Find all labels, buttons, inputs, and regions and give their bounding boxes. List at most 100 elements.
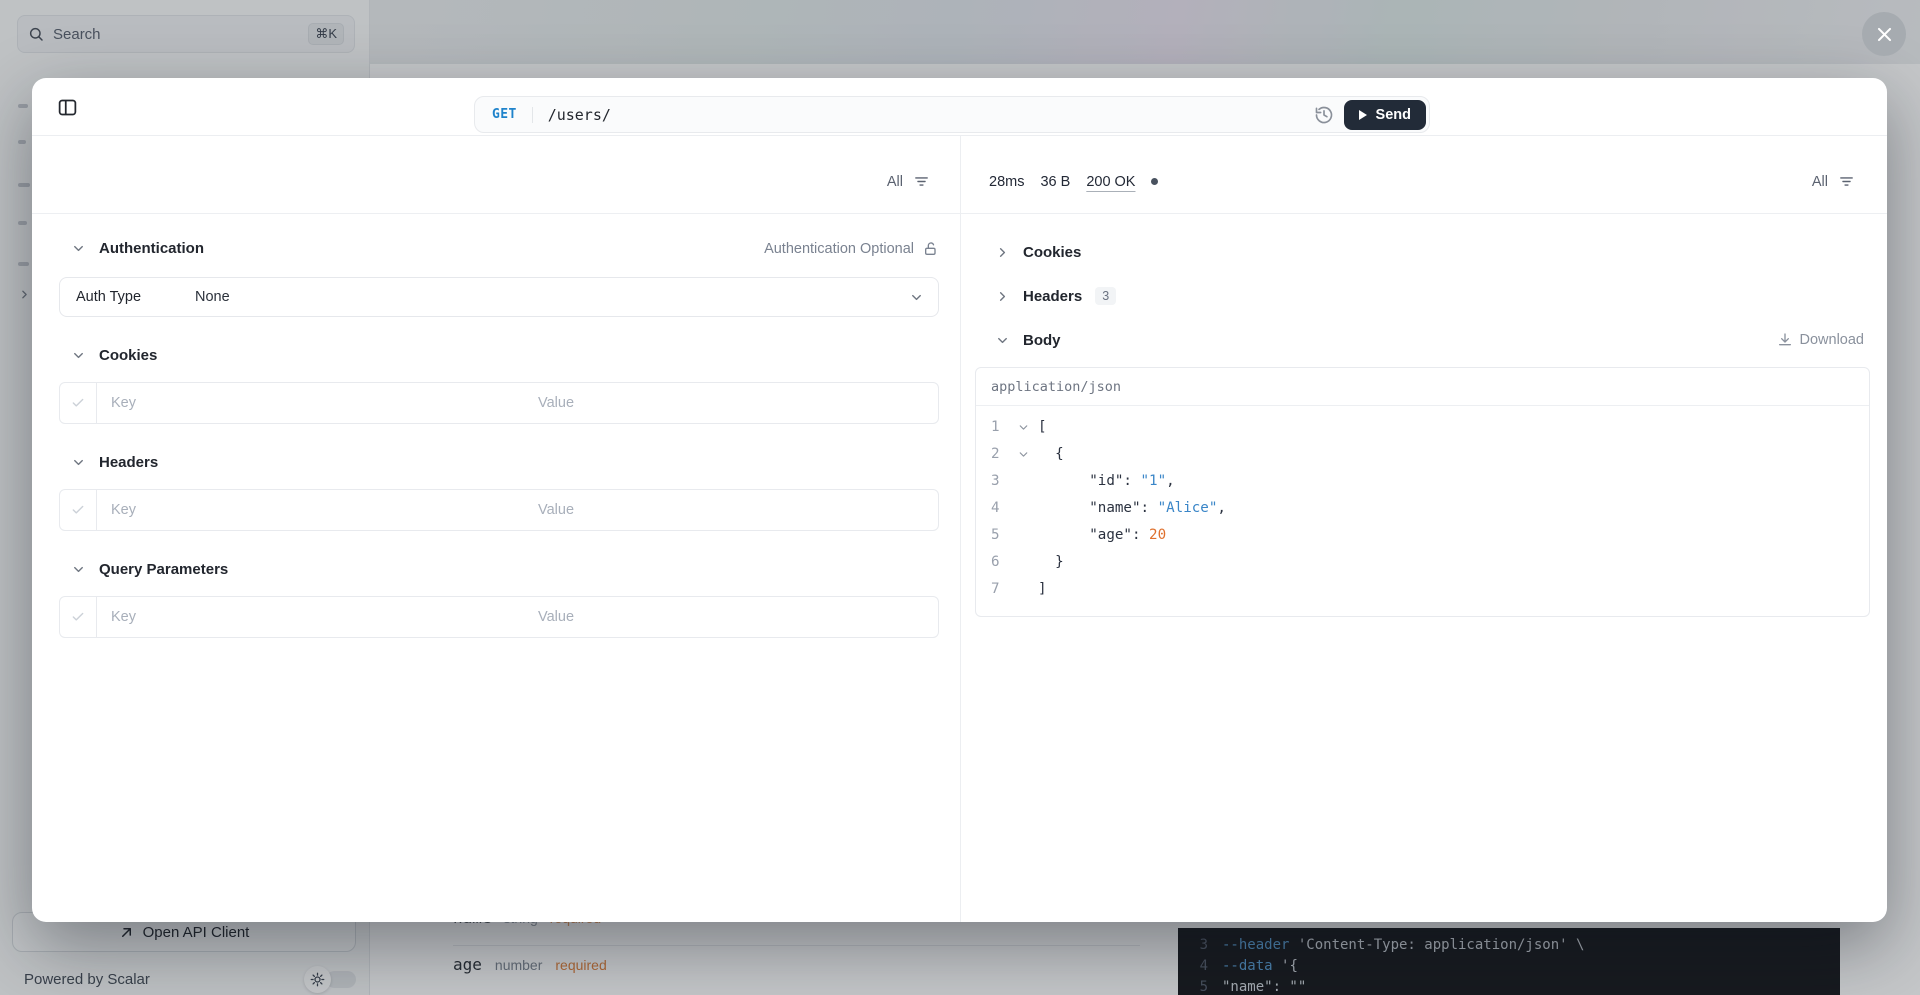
response-meta: 28ms 36 B 200 OK — [989, 173, 1159, 190]
auth-type-select[interactable]: Auth Type None — [59, 277, 939, 317]
section-title: Authentication — [99, 240, 204, 257]
row-enabled-checkbox[interactable] — [60, 597, 97, 637]
section-title: Cookies — [1023, 243, 1082, 261]
code-text: [ — [1038, 419, 1047, 435]
history-button[interactable] — [1314, 105, 1334, 125]
fold-toggle[interactable] — [1017, 421, 1038, 434]
code-text: } — [1038, 554, 1064, 570]
response-json-viewer[interactable]: 1 [2 {3 "id": "1", 4 "name": "Alice", 5 "a… — [976, 406, 1869, 616]
download-icon — [1778, 333, 1791, 346]
response-body-card: application/json 1 [2 {3 "id": "1", 4 "na… — [975, 367, 1870, 617]
chevron-down-icon — [998, 337, 1007, 343]
key-value-row — [59, 382, 939, 424]
filter-icon — [1840, 177, 1853, 186]
content-type-row: application/json — [976, 368, 1869, 406]
count-badge: 3 — [1095, 287, 1117, 305]
request-url[interactable]: /users/ — [548, 106, 611, 124]
auth-optional-indicator: Authentication Optional — [764, 241, 939, 257]
line-number: 4 — [991, 500, 1000, 516]
divider — [531, 106, 533, 123]
send-button[interactable]: Send — [1343, 99, 1426, 130]
row-enabled-checkbox[interactable] — [60, 383, 97, 423]
line-number: 7 — [991, 581, 1000, 597]
http-method-label[interactable]: GET — [492, 107, 517, 122]
section-header[interactable]: Query Parameters — [59, 561, 939, 578]
code-line: 5 "age": 20 — [976, 522, 1869, 549]
section-header[interactable]: Cookies — [59, 347, 939, 364]
chevron-down-icon — [74, 566, 83, 573]
address-bar[interactable]: GET /users/ Send — [474, 96, 1430, 133]
value-input[interactable] — [524, 383, 938, 423]
auth-type-value: None — [195, 289, 230, 305]
chevron-down-icon — [74, 352, 83, 359]
response-filter-button[interactable]: All — [1812, 173, 1855, 190]
chevron-right-icon — [999, 247, 1006, 257]
chevron-down-icon — [912, 294, 921, 300]
auth-optional-label: Authentication Optional — [764, 240, 914, 257]
check-icon — [72, 398, 84, 407]
code-line: 6 } — [976, 549, 1869, 576]
download-button[interactable]: Download — [1777, 332, 1865, 348]
chevron-right-icon — [999, 291, 1006, 301]
code-line: 1 [ — [976, 414, 1869, 441]
response-section-row[interactable]: Headers 3 — [975, 274, 1870, 318]
code-line: 2 { — [976, 441, 1869, 468]
sidebar-toggle-button[interactable] — [56, 97, 78, 119]
code-text: "age": 20 — [1038, 527, 1167, 543]
key-value-row — [59, 596, 939, 638]
code-text: "name": "Alice", — [1038, 500, 1226, 516]
close-button[interactable] — [1862, 12, 1906, 56]
play-icon — [1358, 109, 1367, 120]
section-title: Headers — [1023, 287, 1083, 305]
request-pane-header: All — [32, 136, 960, 214]
code-line: 4 "name": "Alice", — [976, 495, 1869, 522]
download-label: Download — [1799, 332, 1865, 348]
close-icon — [1877, 27, 1891, 41]
response-section-row[interactable]: Cookies — [975, 230, 1870, 274]
response-pane-header: 28ms 36 B 200 OK All — [961, 136, 1887, 214]
filter-label: All — [886, 173, 903, 190]
check-icon — [72, 612, 84, 621]
chevron-down-icon — [74, 459, 83, 466]
line-number: 5 — [991, 527, 1000, 543]
api-client-modal: GET /users/ Send All Authentication Auth… — [32, 78, 1887, 922]
line-number: 2 — [991, 446, 1000, 462]
key-input[interactable] — [97, 383, 524, 423]
request-pane-body: Authentication Authentication Optional A… — [32, 214, 960, 638]
section-header[interactable]: Headers — [59, 454, 939, 471]
filter-label: All — [1811, 173, 1828, 190]
value-input[interactable] — [524, 490, 938, 530]
fold-toggle[interactable] — [1017, 448, 1038, 461]
filter-icon — [915, 177, 928, 186]
section-title: Query Parameters — [99, 561, 229, 578]
status-dot-icon — [1151, 178, 1159, 185]
section-title: Cookies — [99, 347, 158, 364]
key-value-row — [59, 489, 939, 531]
line-number: 3 — [991, 473, 1000, 489]
history-icon — [1315, 106, 1332, 123]
request-filter-button[interactable]: All — [887, 173, 930, 190]
code-text: ] — [1038, 581, 1047, 597]
response-status[interactable]: 200 OK — [1086, 174, 1135, 190]
code-text: "id": "1", — [1038, 473, 1175, 489]
chevron-down-icon — [74, 245, 83, 252]
chevron-down-icon — [1019, 425, 1028, 430]
response-section-row[interactable]: Body Download — [975, 318, 1870, 362]
modal-topbar: GET /users/ Send — [32, 78, 1887, 136]
lock-open-icon — [925, 241, 936, 255]
code-line: 7 ] — [976, 576, 1869, 603]
section-title: Headers — [99, 454, 159, 471]
content-type-label: application/json — [991, 378, 1122, 395]
row-enabled-checkbox[interactable] — [60, 490, 97, 530]
authentication-section-header[interactable]: Authentication Authentication Optional — [59, 240, 939, 257]
key-input[interactable] — [97, 597, 524, 637]
response-pane: 28ms 36 B 200 OK All Cookies Headers 3 Body… — [961, 136, 1887, 922]
check-icon — [72, 505, 84, 514]
response-pane-body: Cookies Headers 3 Body Download application… — [961, 214, 1887, 617]
send-label: Send — [1375, 106, 1411, 123]
value-input[interactable] — [524, 597, 938, 637]
key-input[interactable] — [97, 490, 524, 530]
response-size: 36 B — [1040, 173, 1071, 190]
line-number: 1 — [991, 419, 1000, 435]
code-text: { — [1038, 446, 1064, 462]
